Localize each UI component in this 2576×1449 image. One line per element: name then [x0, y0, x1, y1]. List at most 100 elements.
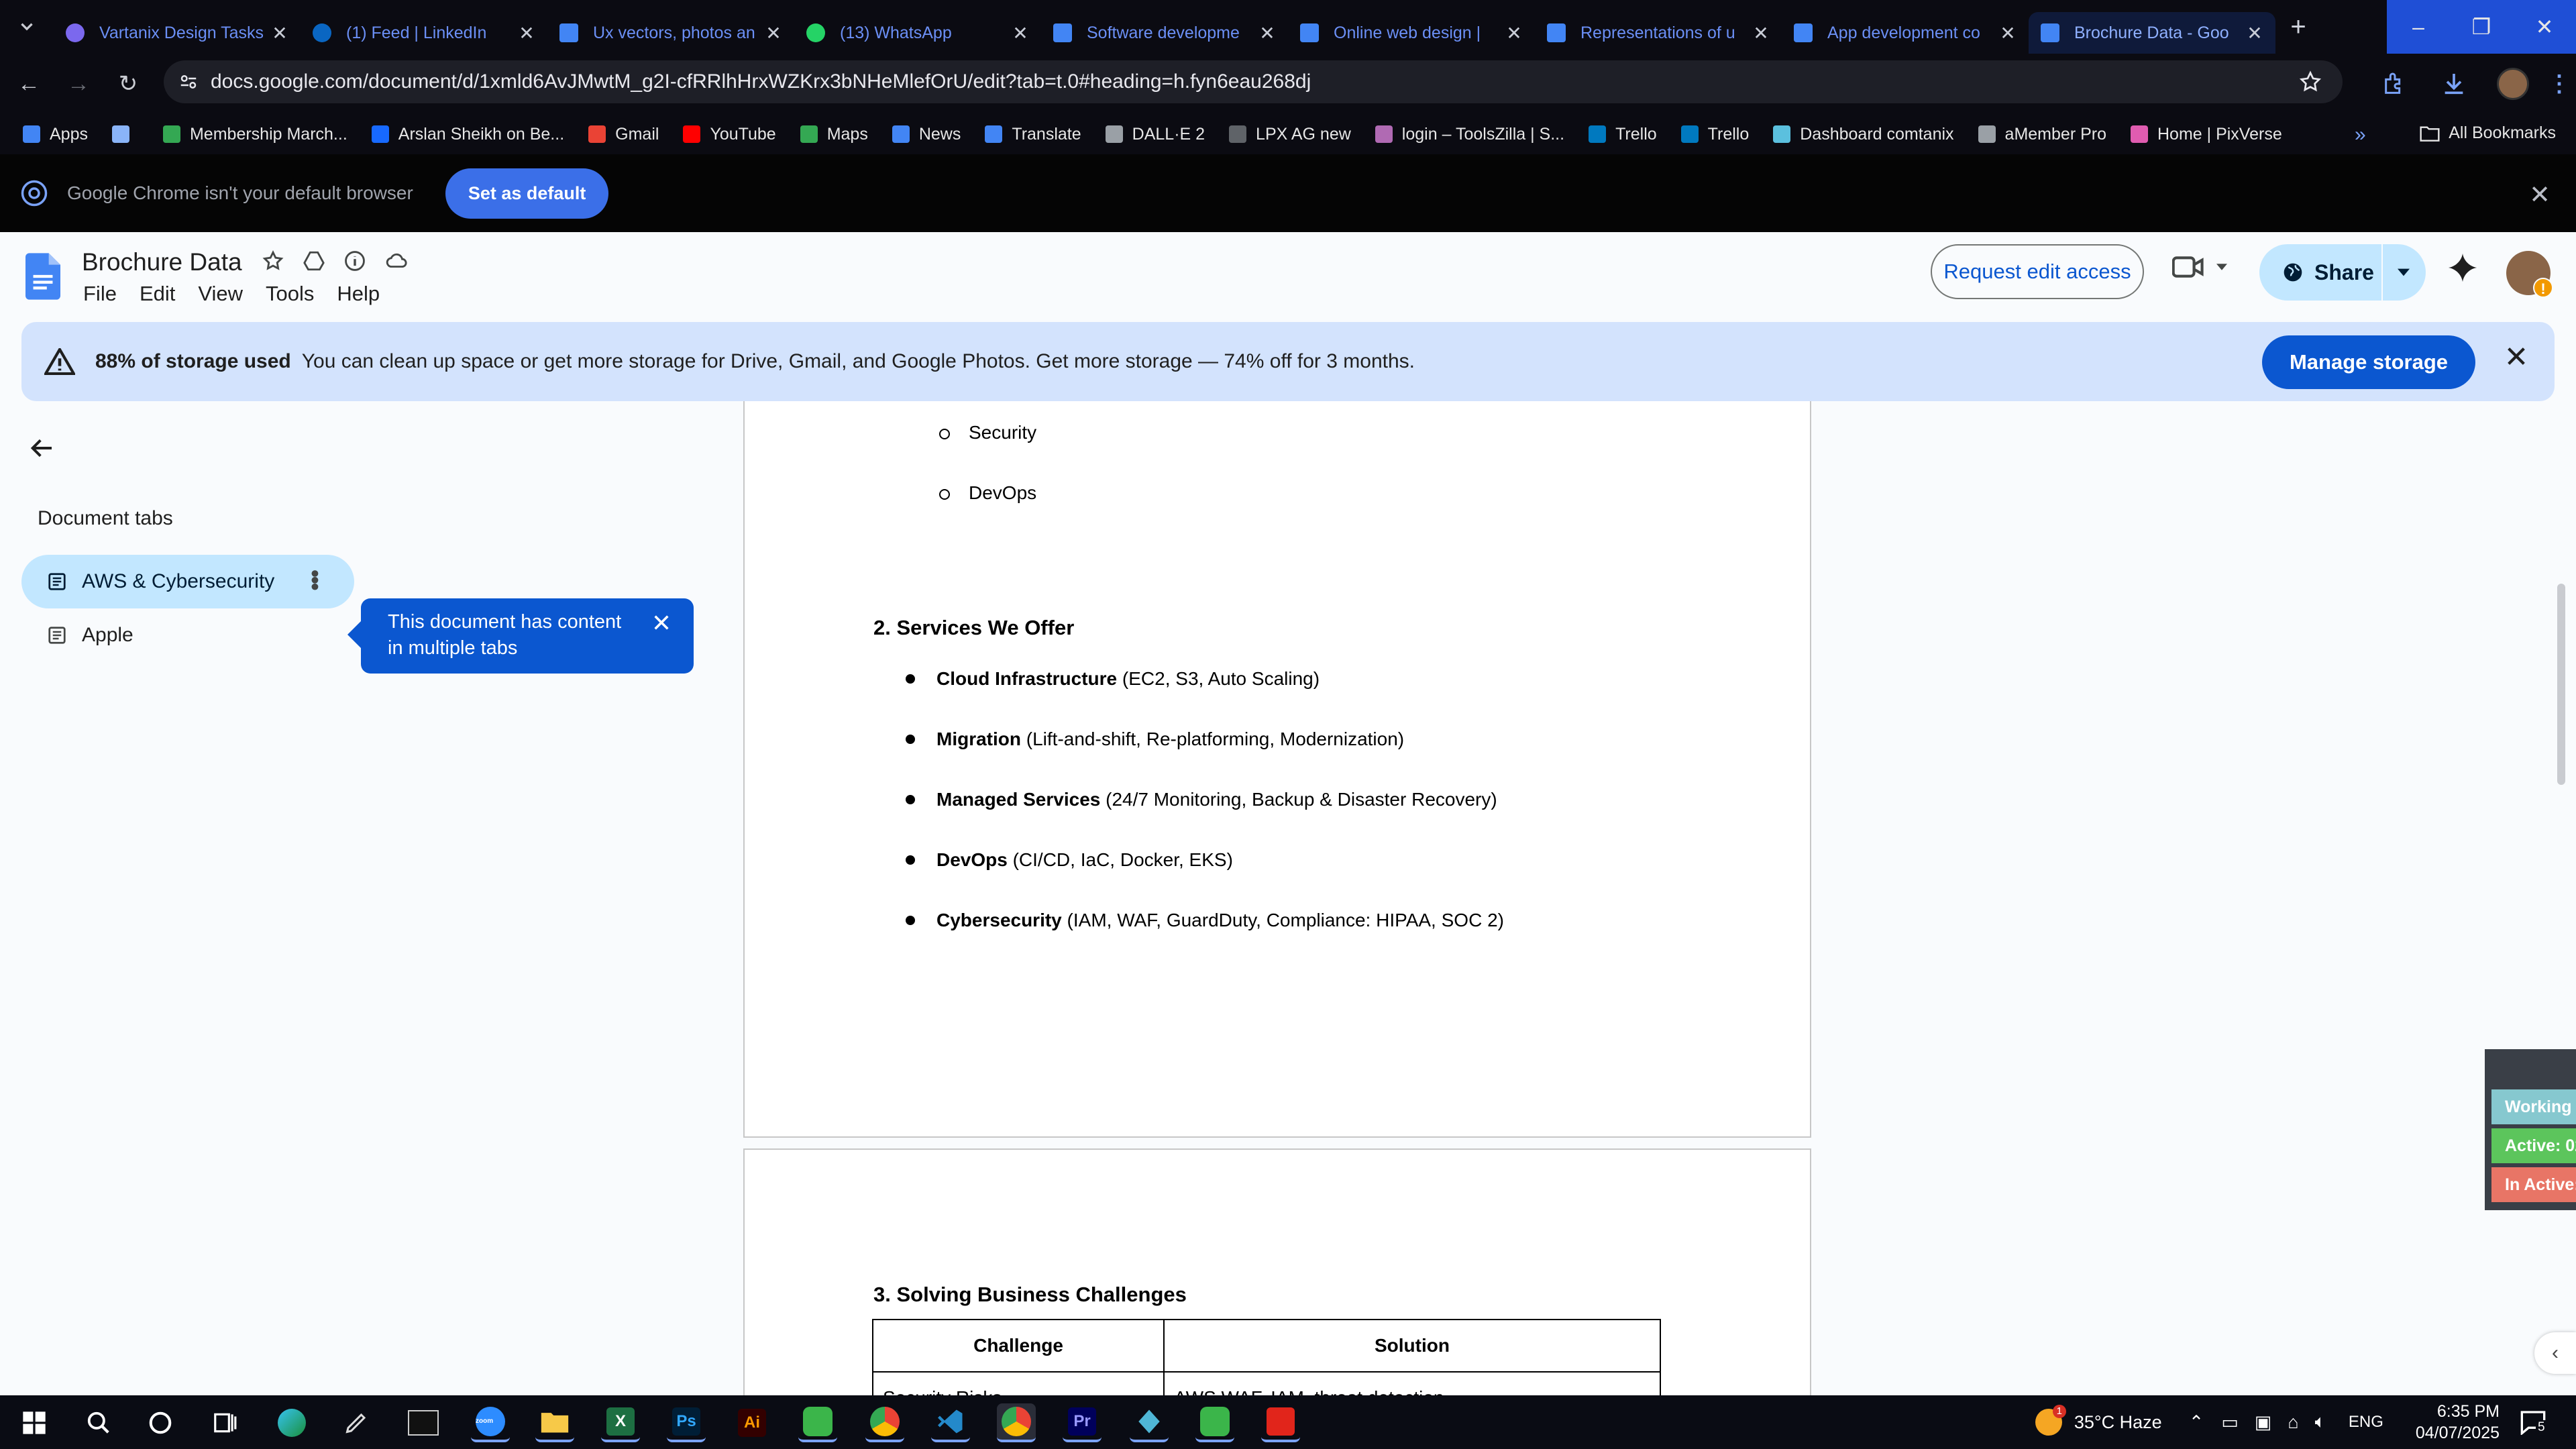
display-icon[interactable]: ▣	[2255, 1412, 2272, 1433]
back-button[interactable]: ←	[8, 63, 50, 105]
close-tab-button[interactable]: ✕	[1751, 22, 1771, 44]
browser-tab[interactable]: (13) WhatsApp ✕	[794, 12, 1041, 54]
cloud-saved-icon[interactable]	[384, 250, 409, 272]
edge-app[interactable]	[272, 1403, 311, 1442]
notifications-button[interactable]: 5	[2520, 1409, 2560, 1435]
bookmark-item[interactable]: Trello	[1680, 125, 1749, 144]
bookmark-item[interactable]: Maps	[800, 125, 868, 144]
clock[interactable]: 6:35 PM 04/07/2025	[2416, 1401, 2500, 1444]
close-tab-button[interactable]: ✕	[270, 22, 290, 44]
meet-button[interactable]	[2172, 255, 2227, 279]
details-info-icon[interactable]	[343, 250, 366, 272]
close-icon[interactable]	[2505, 345, 2528, 368]
extensions-button[interactable]	[2365, 54, 2424, 114]
set-as-default-button[interactable]: Set as default	[445, 168, 609, 219]
new-tab-button[interactable]: +	[2278, 12, 2318, 42]
excel-app[interactable]: X	[601, 1403, 640, 1442]
doc-tab-aws-cybersecurity[interactable]: AWS & Cybersecurity •••	[21, 555, 354, 608]
chevron-up-icon[interactable]: ⌃	[2189, 1412, 2204, 1433]
bookmark-item[interactable]: Trello	[1589, 125, 1657, 144]
vscode-app[interactable]	[931, 1403, 970, 1442]
doc-tab-apple[interactable]: Apple	[21, 608, 354, 662]
browser-tab[interactable]: Representations of u ✕	[1535, 12, 1782, 54]
bookmark-item[interactable]: login – ToolsZilla | S...	[1375, 125, 1564, 144]
reload-button[interactable]: ↻	[107, 63, 149, 105]
weather-widget[interactable]: 1 35°C Haze	[2035, 1405, 2162, 1436]
close-tab-button[interactable]: ✕	[763, 22, 784, 44]
browser-tab[interactable]: App development co ✕	[1782, 12, 2029, 54]
bookmark-item[interactable]: Membership March...	[162, 125, 347, 144]
chrome-menu-button[interactable]: ⋮	[2542, 54, 2576, 114]
close-tab-button[interactable]: ✕	[1998, 22, 2018, 44]
share-button[interactable]: Share	[2259, 244, 2426, 301]
close-tab-button[interactable]: ✕	[1257, 22, 1277, 44]
account-avatar[interactable]: !	[2506, 251, 2553, 298]
tab-search-button[interactable]	[0, 0, 54, 54]
restore-button[interactable]: ❐	[2450, 0, 2513, 54]
bookmark-item[interactable]: Gmail	[588, 125, 659, 144]
start-button[interactable]	[15, 1403, 54, 1442]
menu-help[interactable]: Help	[337, 282, 380, 306]
bookmark-item[interactable]: DALL·E 2	[1105, 125, 1205, 144]
network-icon[interactable]: ⌂	[2288, 1412, 2298, 1433]
close-tab-button[interactable]: ✕	[1010, 22, 1030, 44]
task-view-button[interactable]	[205, 1403, 244, 1442]
close-infobar-button[interactable]: ✕	[2529, 180, 2551, 210]
more-bookmarks-button[interactable]: »	[2355, 123, 2366, 146]
document-scrollbar[interactable]	[2557, 584, 2565, 785]
all-bookmarks-button[interactable]: All Bookmarks	[2419, 123, 2556, 143]
bookmark-item[interactable]: Translate	[985, 125, 1081, 144]
share-dropdown-icon[interactable]	[2398, 268, 2410, 276]
green-app-2[interactable]	[1195, 1403, 1234, 1442]
star-icon[interactable]	[262, 250, 284, 272]
bookmark-item[interactable]: Dashboard comtanix	[1773, 125, 1954, 144]
document-title[interactable]: Brochure Data	[82, 248, 242, 276]
back-arrow-icon[interactable]	[28, 435, 55, 462]
minimize-button[interactable]: –	[2387, 0, 2450, 54]
close-tab-button[interactable]: ✕	[2245, 22, 2265, 44]
docs-logo-icon[interactable]	[25, 252, 60, 301]
downloads-button[interactable]	[2424, 54, 2483, 114]
volume-icon[interactable]: 🔈︎	[2315, 1411, 2326, 1433]
move-to-drive-icon[interactable]	[302, 250, 326, 272]
gemini-sparkle-icon[interactable]	[2447, 252, 2478, 283]
tab-options-button[interactable]: •••	[301, 570, 327, 590]
bookmark-item[interactable]: YouTube	[683, 125, 776, 144]
menu-file[interactable]: File	[83, 282, 117, 306]
browser-tab[interactable]: Online web design | ✕	[1288, 12, 1535, 54]
search-button[interactable]	[79, 1403, 118, 1442]
menu-tools[interactable]: Tools	[266, 282, 314, 306]
bookmark-item[interactable]: aMember Pro	[1978, 125, 2106, 144]
illustrator-app[interactable]: Ai	[733, 1403, 771, 1442]
browser-tab[interactable]: Brochure Data - Goo ✕	[2029, 12, 2275, 54]
close-icon[interactable]	[652, 613, 671, 632]
green-app[interactable]	[798, 1403, 837, 1442]
menu-view[interactable]: View	[198, 282, 243, 306]
bookmark-item[interactable]: Arslan Sheikh on Be...	[371, 125, 564, 144]
bookmark-item[interactable]: LPX AG new	[1229, 125, 1351, 144]
premiere-app[interactable]: Pr	[1063, 1403, 1102, 1442]
browser-tab[interactable]: (1) Feed | LinkedIn ✕	[301, 12, 547, 54]
acrobat-app[interactable]	[1261, 1403, 1300, 1442]
menu-edit[interactable]: Edit	[140, 282, 175, 306]
pen-app[interactable]	[337, 1403, 376, 1442]
browser-tab[interactable]: Software developme ✕	[1041, 12, 1288, 54]
close-window-button[interactable]: ✕	[2513, 0, 2576, 54]
bookmark-item[interactable]: Home | PixVerse	[2131, 125, 2282, 144]
terminal-app[interactable]	[404, 1403, 443, 1442]
bookmark-star-icon[interactable]	[2298, 70, 2322, 94]
close-tab-button[interactable]: ✕	[1504, 22, 1524, 44]
close-tab-button[interactable]: ✕	[517, 22, 537, 44]
chrome-app[interactable]	[865, 1403, 904, 1442]
language-indicator[interactable]: ENG	[2349, 1413, 2383, 1432]
manage-storage-button[interactable]: Manage storage	[2262, 335, 2475, 389]
vpn-app[interactable]	[1130, 1403, 1169, 1442]
bookmark-item[interactable]: News	[892, 125, 961, 144]
meet-now-icon[interactable]: ▭	[2221, 1412, 2239, 1433]
zoom-app[interactable]: zoom	[471, 1403, 510, 1442]
chrome-app-active[interactable]	[997, 1403, 1036, 1442]
site-info-icon[interactable]	[178, 72, 199, 92]
time-tracker-widget[interactable]: Working Active: 02 In Active:	[2485, 1049, 2576, 1210]
cortana-button[interactable]	[141, 1403, 180, 1442]
browser-tab[interactable]: Ux vectors, photos an ✕	[547, 12, 794, 54]
